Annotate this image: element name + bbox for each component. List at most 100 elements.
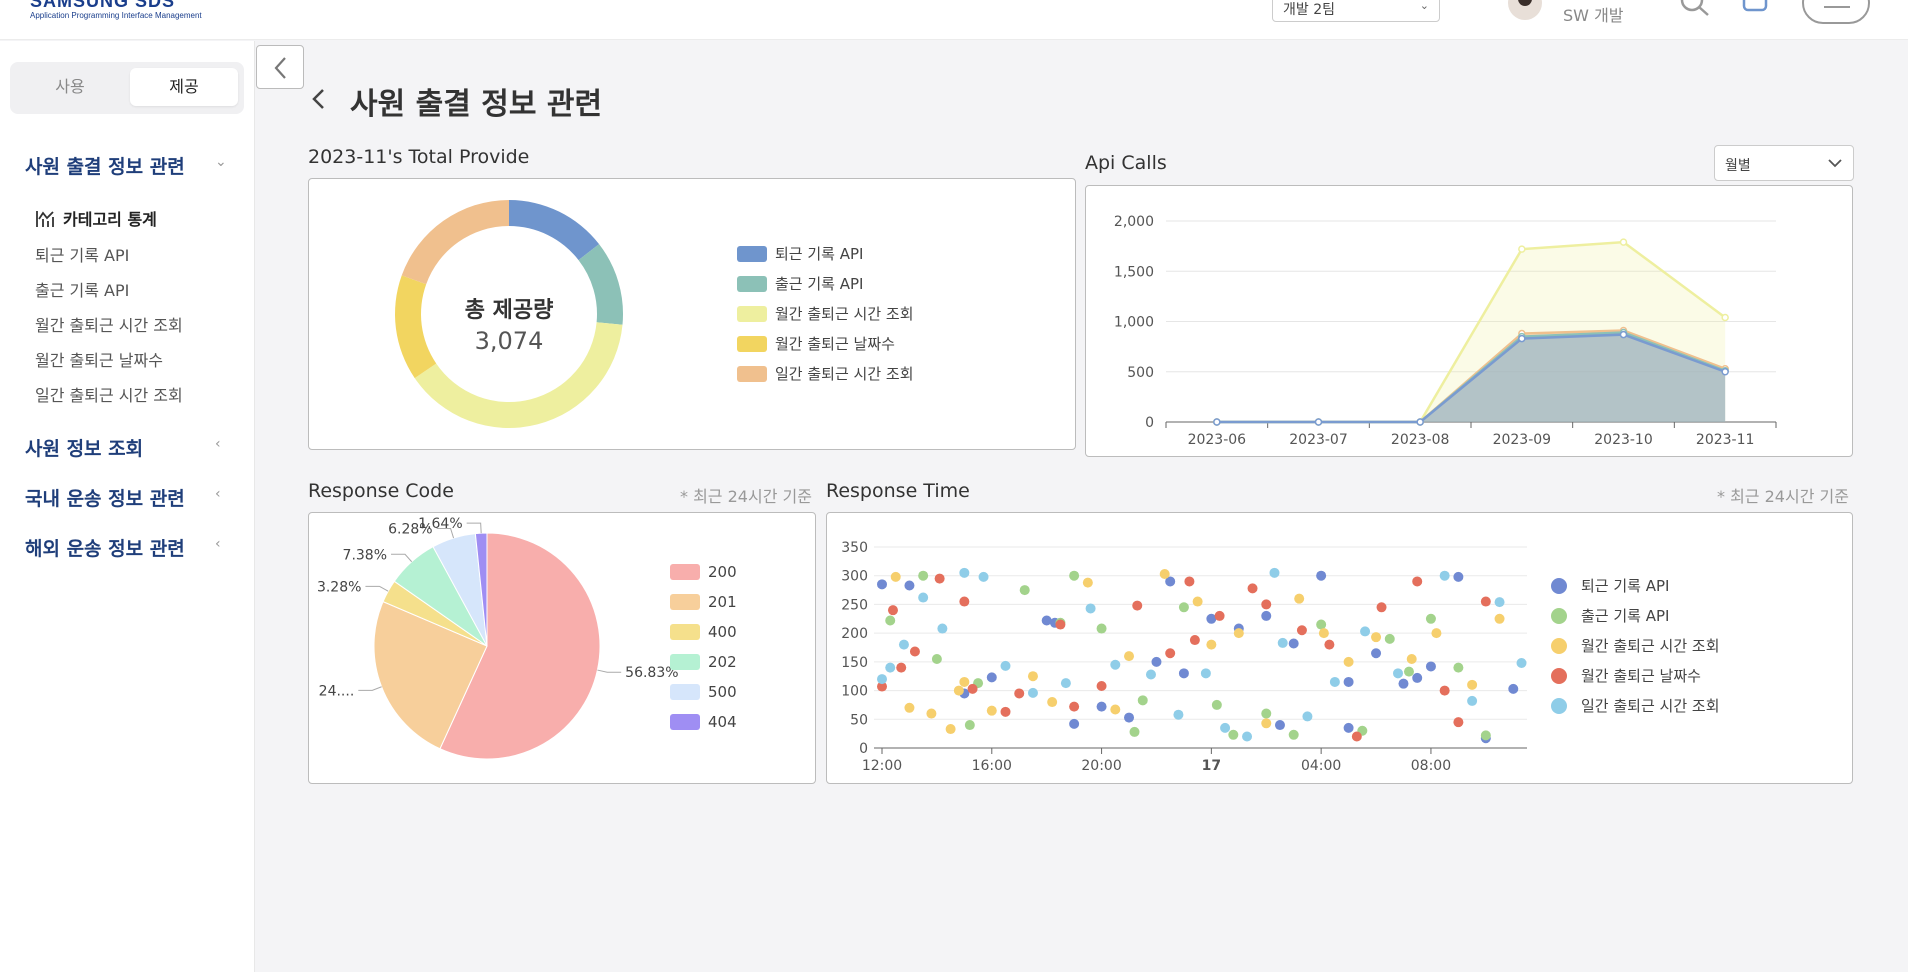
response-code-note: * 최근 24시간 기준 xyxy=(680,487,812,506)
scatter-point xyxy=(1184,576,1195,587)
logo-sub-text: Application Programming Interface Manage… xyxy=(30,11,202,20)
legend-item[interactable]: 출근 기록 API xyxy=(1551,605,1669,626)
scatter-point xyxy=(1069,718,1080,729)
legend-swatch xyxy=(1551,637,1567,654)
scatter-point xyxy=(896,662,907,673)
scatter-point xyxy=(1425,613,1436,624)
series-point xyxy=(1721,368,1729,376)
scatter-point xyxy=(1371,648,1382,659)
sidebar-item-monthly-days[interactable]: 월간 출퇴근 날짜수 xyxy=(35,347,163,371)
scatter-point xyxy=(1124,651,1135,662)
scatter-point xyxy=(1242,731,1253,742)
response-code-title: Response Code xyxy=(308,480,454,502)
sidebar-item-category-stats[interactable]: 카테고리 통계 xyxy=(35,206,157,233)
scatter-point xyxy=(1027,671,1038,682)
scatter-point xyxy=(1274,720,1285,731)
legend-item[interactable]: 202 xyxy=(670,653,737,671)
sidebar-item-label: 카테고리 통계 xyxy=(63,210,157,229)
legend-item[interactable]: 월간 출퇴근 시간 조회 xyxy=(737,303,914,324)
y-tick-label: 350 xyxy=(841,540,868,556)
scatter-point xyxy=(918,592,929,603)
scatter-point xyxy=(1453,717,1464,728)
nav-group-overseas-shipping[interactable]: 해외 운송 정보 관련 ‹ xyxy=(25,534,221,561)
sidebar-item-monthly-time[interactable]: 월간 출퇴근 시간 조회 xyxy=(35,312,183,336)
scatter-point xyxy=(1318,628,1329,639)
scatter-point xyxy=(1055,619,1066,630)
legend-item[interactable]: 400 xyxy=(670,623,737,641)
scatter-point xyxy=(1214,610,1225,621)
cart-icon[interactable] xyxy=(1740,0,1770,18)
legend-swatch xyxy=(1551,667,1567,684)
legend-swatch xyxy=(1551,697,1567,714)
legend-swatch xyxy=(670,594,700,610)
response-code-card: 56.83% 24.... 3.28% 7.38% 6.28% 1.64% 200 201 4… xyxy=(308,512,816,784)
legend-item[interactable]: 일간 출퇴근 시간 조회 xyxy=(1551,695,1720,716)
x-tick-label: 20:00 xyxy=(1081,758,1121,774)
sidebar-item-checkout-api[interactable]: 퇴근 기록 API xyxy=(35,242,129,266)
scatter-point xyxy=(885,615,896,626)
response-code-pie: 56.83%24....3.28%7.38%6.28%1.64% xyxy=(317,516,679,760)
scatter-point xyxy=(1296,625,1307,636)
scatter-point xyxy=(1129,726,1140,737)
pie-leader xyxy=(466,522,482,534)
menu-button[interactable] xyxy=(1802,0,1870,24)
legend-item[interactable]: 퇴근 기록 API xyxy=(1551,575,1669,596)
legend-item[interactable]: 월간 출퇴근 시간 조회 xyxy=(1551,635,1720,656)
scatter-point xyxy=(1085,603,1096,614)
scatter-point xyxy=(1096,623,1107,634)
legend-item[interactable]: 404 xyxy=(670,713,737,731)
legend-item[interactable]: 월간 출퇴근 날짜수 xyxy=(1551,665,1701,686)
avatar[interactable] xyxy=(1508,0,1542,20)
legend-swatch xyxy=(670,624,700,640)
scatter-point xyxy=(877,674,887,685)
nav-group-attendance[interactable]: 사원 출결 정보 관련 ⌄ xyxy=(25,152,227,179)
legend-item[interactable]: 퇴근 기록 API xyxy=(737,243,863,264)
period-select[interactable]: 월별 xyxy=(1714,145,1854,181)
scatter-point xyxy=(937,623,948,634)
legend-item[interactable]: 200 xyxy=(670,563,737,581)
toggle-provide[interactable]: 제공 xyxy=(130,68,238,106)
legend-item[interactable]: 월간 출퇴근 날짜수 xyxy=(737,333,895,354)
scatter-point xyxy=(1360,626,1371,637)
scatter-point xyxy=(877,579,887,590)
scatter-point xyxy=(1316,619,1327,630)
back-icon[interactable] xyxy=(309,84,329,118)
logo[interactable]: SAMSUNG SDS Application Programming Inte… xyxy=(30,0,202,20)
donut-slice xyxy=(395,275,437,379)
legend-label: 일간 출퇴근 시간 조회 xyxy=(775,365,914,383)
scatter-point xyxy=(1261,599,1272,610)
legend-label: 퇴근 기록 API xyxy=(775,245,864,263)
pie-leader xyxy=(597,669,622,673)
scatter-point xyxy=(1000,706,1011,717)
legend-label: 일간 출퇴근 시간 조회 xyxy=(1581,697,1720,715)
legend-label: 500 xyxy=(708,683,737,701)
y-tick-label: 2,000 xyxy=(1114,214,1154,230)
sidebar-item-daily-time[interactable]: 일간 출퇴근 시간 조회 xyxy=(35,382,183,406)
scatter-point xyxy=(1137,695,1148,706)
legend-item[interactable]: 일간 출퇴근 시간 조회 xyxy=(737,363,914,384)
legend-item[interactable]: 500 xyxy=(670,683,737,701)
top-header: SAMSUNG SDS Application Programming Inte… xyxy=(0,0,1908,40)
scatter-point xyxy=(1261,610,1272,621)
scatter-point xyxy=(1000,660,1011,671)
legend-item[interactable]: 출근 기록 API xyxy=(737,273,863,294)
scatter-point xyxy=(959,567,970,578)
scatter-point xyxy=(1494,597,1505,608)
y-tick-label: 200 xyxy=(841,626,868,642)
sidebar-collapse-button[interactable] xyxy=(256,45,304,89)
legend-item[interactable]: 201 xyxy=(670,593,737,611)
search-icon[interactable] xyxy=(1678,0,1712,22)
scatter-point xyxy=(1060,678,1071,689)
nav-group-domestic-shipping[interactable]: 국내 운송 정보 관련 ‹ xyxy=(25,484,221,511)
nav-group-employee-info[interactable]: 사원 정보 조회 ‹ xyxy=(25,434,221,461)
scatter-point xyxy=(1431,628,1442,639)
scatter-point xyxy=(1228,729,1239,740)
scatter-point xyxy=(1110,704,1121,715)
toggle-use[interactable]: 사용 xyxy=(16,68,124,106)
sidebar-item-checkin-api[interactable]: 출근 기록 API xyxy=(35,277,129,301)
scatter-point xyxy=(1453,662,1464,673)
legend-label: 400 xyxy=(708,623,737,641)
legend-swatch xyxy=(1551,607,1567,624)
team-select[interactable]: 개발 2팀 ⌄ xyxy=(1272,0,1440,22)
pie-data-label: 24.... xyxy=(319,683,355,699)
